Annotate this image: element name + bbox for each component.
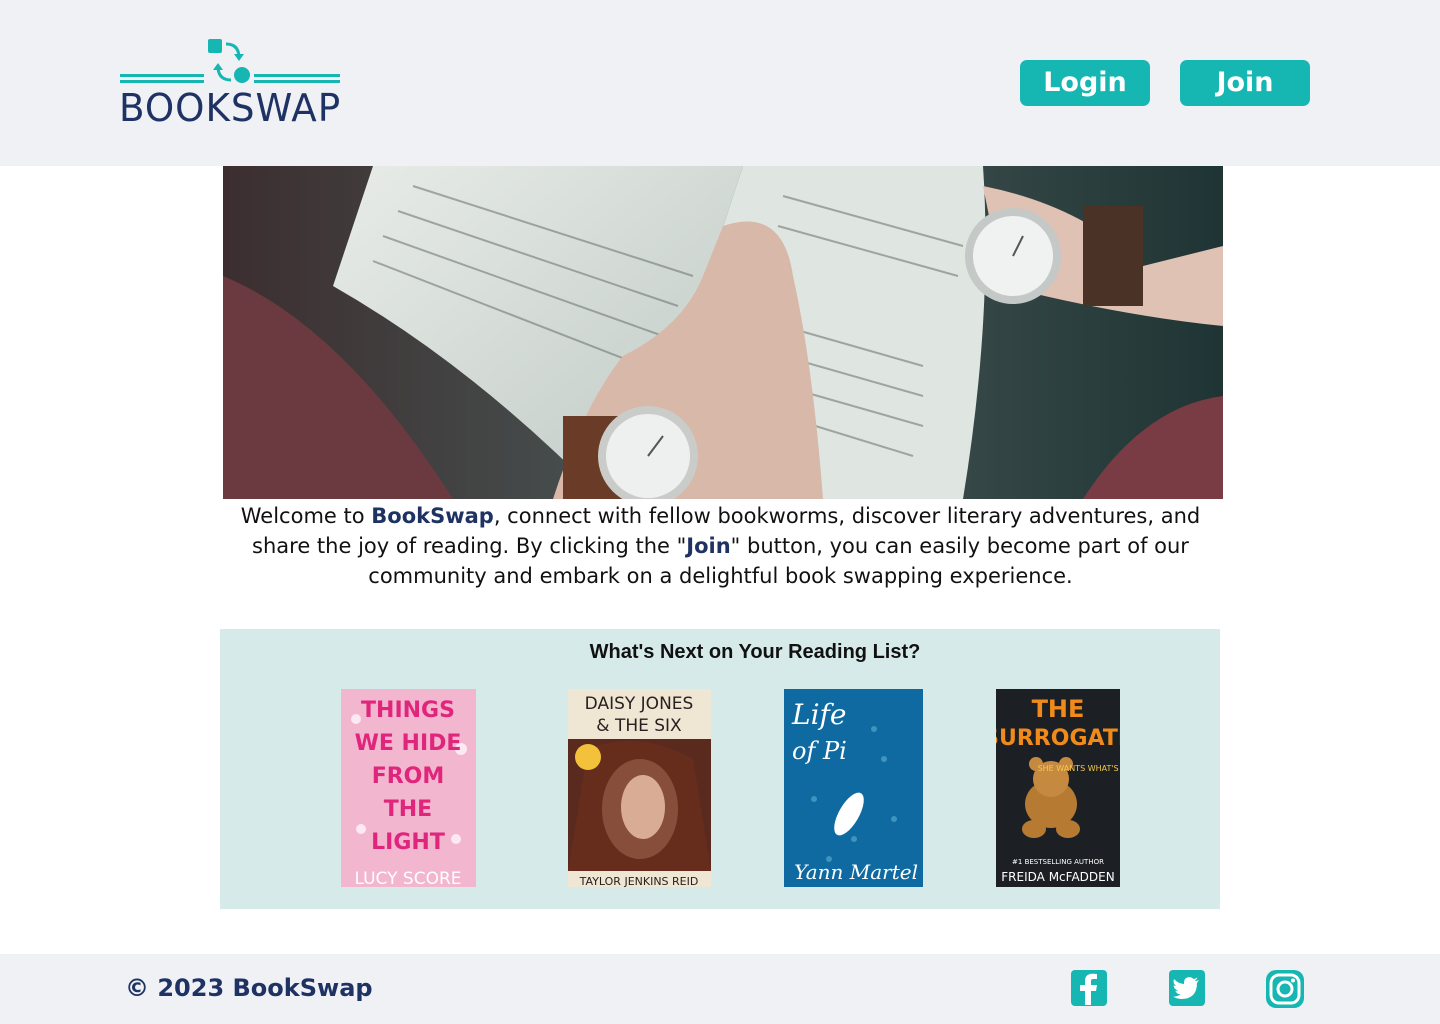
facebook-icon — [1071, 970, 1107, 1006]
welcome-join-word: Join — [686, 534, 731, 558]
site-header: BOOKSWAP Login Join — [0, 0, 1440, 166]
book4-author: FREIDA McFADDEN — [1001, 870, 1114, 884]
book4-tagline: SHE WANTS WHAT'S YOURS — [1038, 764, 1120, 773]
book2-author: TAYLOR JENKINS REID — [579, 875, 699, 887]
welcome-brand: BookSwap — [371, 504, 494, 528]
twitter-link[interactable] — [1168, 969, 1206, 1007]
book3-title-line1: Life — [791, 698, 846, 731]
book1-title-line4: THE — [384, 797, 432, 822]
site-footer: © 2023 BookSwap — [0, 954, 1440, 1024]
book4-title-line1: THE — [1032, 695, 1085, 723]
book4-author-note: #1 BESTSELLING AUTHOR — [1012, 858, 1104, 866]
welcome-text: Welcome to BookSwap, connect with fellow… — [223, 501, 1218, 591]
book-cover-things-we-hide[interactable]: THINGS WE HIDE FROM THE LIGHT LUCY SCORE — [341, 689, 476, 887]
book1-title-line3: FROM — [372, 764, 445, 789]
twitter-icon — [1169, 970, 1205, 1006]
book1-title-line1: THINGS — [361, 698, 455, 723]
book-cover-life-of-pi[interactable]: Life of Pi Yann Martel — [784, 689, 923, 887]
book1-title-line5: LIGHT — [371, 830, 445, 855]
welcome-part1: Welcome to — [240, 504, 372, 528]
reading-list-title: What's Next on Your Reading List? — [589, 641, 921, 663]
copyright-text: © 2023 BookSwap — [125, 974, 373, 1002]
book1-title-line2: WE HIDE — [355, 731, 462, 756]
book3-title-line2: of Pi — [792, 737, 847, 765]
reading-list-section: What's Next on Your Reading List? THINGS… — [220, 629, 1220, 909]
book2-title-line1: DAISY JONES — [585, 694, 694, 714]
book4-title-line2: SURROGATE — [996, 726, 1120, 751]
book1-author: LUCY SCORE — [354, 869, 461, 887]
book3-author: Yann Martel — [794, 860, 918, 884]
logo-wordmark: BOOKSWAP — [119, 86, 342, 130]
join-button[interactable]: Join — [1180, 60, 1310, 106]
book-cover-the-surrogate[interactable]: THE SURROGATE SHE WANTS WHAT'S YOURS #1 … — [996, 689, 1120, 887]
hero-image-reading — [223, 166, 1223, 499]
facebook-link[interactable] — [1070, 969, 1108, 1007]
swap-icon — [120, 39, 340, 83]
login-button[interactable]: Login — [1020, 60, 1150, 106]
instagram-icon — [1266, 970, 1304, 1008]
book-cover-daisy-jones[interactable]: DAISY JONES & THE SIX TAYLOR JENKINS REI… — [568, 689, 711, 887]
book2-title-line2: & THE SIX — [596, 716, 682, 736]
bookswap-logo[interactable]: BOOKSWAP — [118, 38, 342, 130]
instagram-link[interactable] — [1265, 969, 1304, 1008]
